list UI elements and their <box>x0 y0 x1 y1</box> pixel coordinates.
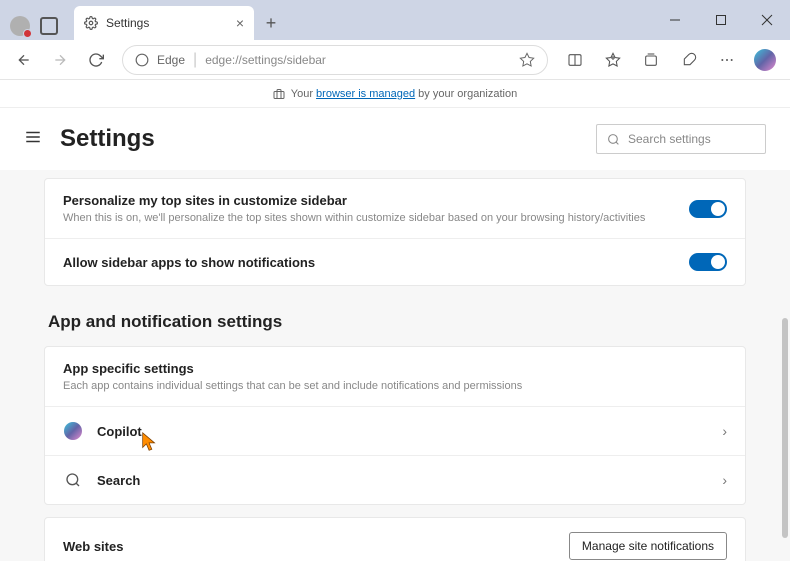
personalize-toggle[interactable] <box>689 200 727 218</box>
split-screen-icon[interactable] <box>558 44 592 76</box>
section-heading: App and notification settings <box>48 312 746 332</box>
allow-notifications-row: Allow sidebar apps to show notifications <box>45 238 745 285</box>
window-minimize-button[interactable] <box>652 0 698 40</box>
cursor-pointer-icon <box>139 431 161 453</box>
search-placeholder: Search settings <box>628 132 711 146</box>
briefcase-icon <box>273 88 285 100</box>
managed-suffix: by your organization <box>415 88 517 100</box>
chevron-right-icon: › <box>722 472 727 488</box>
app-specific-card: App specific settings Each app contains … <box>44 346 746 505</box>
chevron-right-icon: › <box>722 423 727 439</box>
web-sites-label: Web sites <box>63 539 569 554</box>
app-specific-desc: Each app contains individual settings th… <box>63 380 727 392</box>
profile-avatar[interactable] <box>10 16 30 36</box>
settings-content: Personalize my top sites in customize si… <box>0 170 790 561</box>
copilot-icon <box>63 421 83 441</box>
search-app-icon <box>63 470 83 490</box>
extensions-icon[interactable] <box>672 44 706 76</box>
scroll-thumb[interactable] <box>782 318 788 538</box>
personalize-top-sites-row: Personalize my top sites in customize si… <box>45 179 745 238</box>
tab-close-button[interactable]: × <box>236 15 244 31</box>
window-titlebar: Settings × + <box>0 0 790 40</box>
manage-notifications-button[interactable]: Manage site notifications <box>569 532 727 560</box>
refresh-button[interactable] <box>80 44 112 76</box>
managed-banner: Your browser is managed by your organiza… <box>0 80 790 108</box>
workspaces-icon[interactable] <box>40 17 58 35</box>
settings-header: Settings Search settings <box>0 108 790 170</box>
copilot-label: Copilot <box>97 424 708 439</box>
address-bar[interactable]: Edge | edge://settings/sidebar <box>122 45 548 75</box>
search-label: Search <box>97 473 708 488</box>
address-path: edge://settings/sidebar <box>205 53 511 67</box>
notifications-toggle[interactable] <box>689 253 727 271</box>
app-row-search[interactable]: Search › <box>45 455 745 504</box>
address-prefix: Edge <box>157 53 185 67</box>
star-icon[interactable] <box>519 52 535 68</box>
tab-title: Settings <box>106 16 228 30</box>
app-specific-header: App specific settings Each app contains … <box>45 347 745 406</box>
edge-logo-icon <box>135 53 149 67</box>
notifications-title: Allow sidebar apps to show notifications <box>63 255 689 270</box>
browser-tab-settings[interactable]: Settings × <box>74 6 254 40</box>
sidebar-toggle-card: Personalize my top sites in customize si… <box>44 178 746 286</box>
window-maximize-button[interactable] <box>698 0 744 40</box>
app-specific-title: App specific settings <box>63 361 727 376</box>
personalize-title: Personalize my top sites in customize si… <box>63 193 689 208</box>
gear-icon <box>84 16 98 30</box>
forward-button[interactable] <box>44 44 76 76</box>
more-menu-button[interactable] <box>710 44 744 76</box>
personalize-desc: When this is on, we'll personalize the t… <box>63 212 689 224</box>
search-settings-input[interactable]: Search settings <box>596 124 766 154</box>
browser-toolbar: Edge | edge://settings/sidebar <box>0 40 790 80</box>
back-button[interactable] <box>8 44 40 76</box>
hamburger-menu-button[interactable] <box>24 128 44 151</box>
managed-link[interactable]: browser is managed <box>316 88 415 100</box>
favorites-icon[interactable] <box>596 44 630 76</box>
new-tab-button[interactable]: + <box>254 6 288 40</box>
collections-icon[interactable] <box>634 44 668 76</box>
page-title: Settings <box>60 125 155 153</box>
copilot-sidebar-button[interactable] <box>748 44 782 76</box>
web-sites-card: Web sites Manage site notifications <box>44 517 746 561</box>
scrollbar[interactable] <box>782 108 788 549</box>
managed-prefix: Your <box>291 88 316 100</box>
app-row-copilot[interactable]: Copilot › <box>45 406 745 455</box>
window-close-button[interactable] <box>744 0 790 40</box>
search-icon <box>607 133 620 146</box>
